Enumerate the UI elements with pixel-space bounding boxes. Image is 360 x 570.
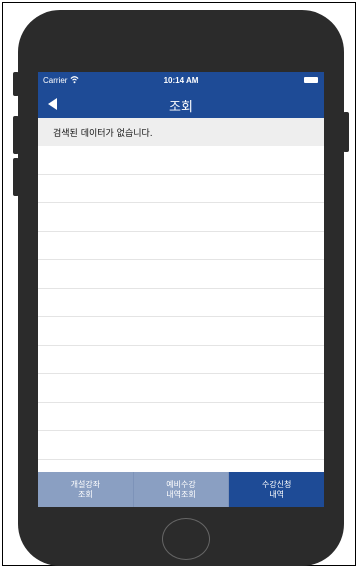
status-bar: Carrier 10:14 AM [38,72,324,90]
tab-pre-registration-history[interactable]: 예비수강 내역조회 [133,472,230,507]
list-row [38,260,324,289]
status-time: 10:14 AM [163,76,199,85]
list-row [38,175,324,203]
list-row [38,232,324,260]
tab-label-line2: 조회 [77,489,93,499]
list-row [38,289,324,317]
tab-label-line1: 개설강좌 [70,479,101,489]
tab-registration-history[interactable]: 수강신청 내역 [229,472,324,507]
list-row [38,403,324,431]
home-button[interactable] [162,518,210,560]
app-screen: Carrier 10:14 AM 조회 검색된 데이터가 없습니다. 개설강좌 … [38,72,324,507]
navigation-bar: 조회 [38,90,324,118]
list-row [38,374,324,403]
empty-result-text: 검색된 데이터가 없습니다. [53,129,153,139]
list-row [38,431,324,460]
list-row [38,346,324,374]
result-list [38,146,324,472]
list-row [38,146,324,175]
tab-label-line2: 내역 [269,489,285,499]
page-title: 조회 [169,100,193,115]
list-row [38,203,324,232]
tab-course-search[interactable]: 개설강좌 조회 [38,472,134,507]
tab-label-line1: 예비수강 [166,479,196,489]
bottom-tab-bar: 개설강좌 조회 예비수강 내역조회 수강신청 내역 [38,472,324,507]
list-row [38,317,324,346]
battery-icon [304,77,318,83]
tab-label-line2: 내역조회 [166,489,196,499]
tab-label-line1: 수강신청 [261,479,292,489]
empty-result-message: 검색된 데이터가 없습니다. [38,118,324,146]
